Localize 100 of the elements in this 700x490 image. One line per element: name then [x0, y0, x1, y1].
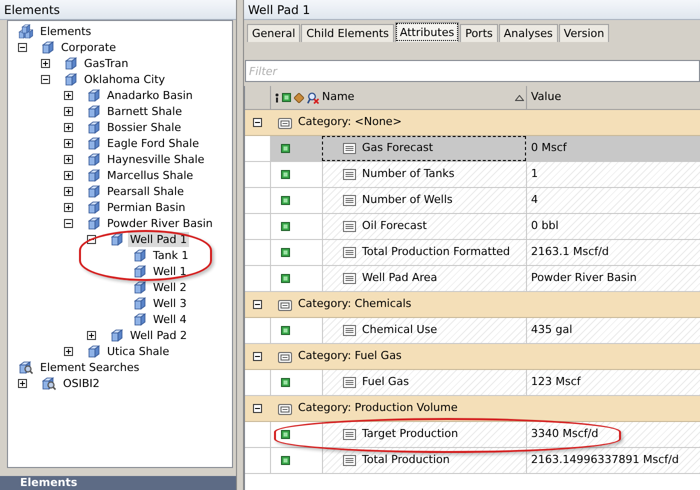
expand-icon[interactable] [64, 202, 73, 212]
tree-item[interactable]: Well Pad 2 [128, 328, 189, 342]
value-cell[interactable]: 2163.14996337891 Mscf/d [526, 448, 700, 473]
tree-item[interactable]: Powder River Basin [105, 216, 215, 230]
search-clear-icon[interactable] [307, 92, 319, 104]
list-icon [343, 429, 356, 440]
panel-title: Elements [0, 476, 236, 490]
cube-icon [63, 72, 77, 86]
expand-icon[interactable] [64, 138, 73, 148]
collapse-icon[interactable] [253, 118, 262, 127]
collapse-icon[interactable] [64, 218, 73, 228]
tree-item[interactable]: Well 3 [151, 296, 189, 310]
attribute-icon [281, 196, 290, 205]
expand-icon[interactable] [64, 154, 73, 164]
list-icon [343, 247, 356, 258]
column-header[interactable]: Value [531, 89, 562, 106]
tree-item[interactable]: Corporate [59, 40, 118, 54]
expand-icon[interactable] [64, 186, 73, 196]
tree-item[interactable]: GasTran [82, 56, 130, 70]
list-icon [343, 169, 356, 180]
attribute-icon [281, 326, 290, 335]
cube-icon [132, 296, 146, 310]
folder-icon [278, 350, 292, 362]
expand-icon[interactable] [64, 90, 73, 100]
value-cell[interactable]: 2163.1 Mscf/d [526, 240, 700, 265]
expand-icon[interactable] [64, 170, 73, 180]
collapse-icon[interactable] [18, 42, 27, 52]
cubes-icon [17, 24, 33, 38]
cube-icon [86, 344, 100, 358]
tree-item[interactable]: Well Pad 1 [128, 232, 189, 246]
cube-icon [40, 40, 54, 54]
tab[interactable]: Child Elements [301, 24, 394, 42]
cube-icon [132, 280, 146, 294]
expand-icon[interactable] [64, 122, 73, 132]
value-cell[interactable]: 0 Mscf [526, 136, 700, 161]
diamond-icon[interactable] [294, 92, 304, 102]
value-cell[interactable]: 3340 Mscf/d [526, 422, 700, 447]
attribute-icon [281, 456, 290, 465]
folder-icon [278, 402, 292, 414]
category-label[interactable]: Category: Chemicals [298, 296, 412, 313]
category-label[interactable]: Category: Fuel Gas [298, 348, 402, 365]
tree-item[interactable]: Haynesville Shale [105, 152, 206, 166]
collapse-icon[interactable] [253, 300, 262, 309]
collapse-icon[interactable] [253, 352, 262, 361]
sort-icon[interactable] [515, 94, 524, 100]
value-cell[interactable]: Powder River Basin [526, 266, 700, 291]
expand-icon[interactable] [41, 58, 50, 68]
tab[interactable]: General [247, 24, 300, 42]
tree-item[interactable]: Bossier Shale [105, 120, 184, 134]
tree-item[interactable]: Eagle Ford Shale [105, 136, 201, 150]
value-cell[interactable]: 1 [526, 162, 700, 187]
tree-item[interactable]: Element Searches [38, 360, 142, 374]
expand-icon[interactable] [87, 330, 96, 340]
tree-item[interactable]: Barnett Shale [105, 104, 184, 118]
list-icon [343, 221, 356, 232]
expand-icon[interactable] [64, 106, 73, 116]
category-label[interactable]: Category: <None> [298, 114, 402, 131]
tree-item[interactable]: Well 2 [151, 280, 189, 294]
name-cell[interactable]: Total Production [322, 448, 526, 473]
tree-item[interactable]: Well 1 [151, 264, 189, 278]
attribute-icon[interactable] [282, 93, 291, 102]
name-cell[interactable]: Gas Forecast [322, 136, 526, 161]
name-cell[interactable]: Total Production Formatted [322, 240, 526, 265]
tree-item[interactable]: Permian Basin [105, 200, 188, 214]
name-cell[interactable]: Chemical Use [322, 318, 526, 343]
tree-item[interactable]: OSIBI2 [61, 376, 102, 390]
filter-field[interactable]: Filter [245, 60, 700, 82]
name-cell[interactable]: Well Pad Area [322, 266, 526, 291]
tree-item[interactable]: Anadarko Basin [105, 88, 195, 102]
name-cell[interactable]: Fuel Gas [322, 370, 526, 395]
value-cell[interactable]: 0 bbl [526, 214, 700, 239]
cube-icon [86, 216, 100, 230]
tree-item[interactable]: Utica Shale [105, 344, 172, 358]
tab[interactable]: Analyses [498, 24, 558, 42]
collapse-icon[interactable] [253, 404, 262, 413]
column-header[interactable]: Name [322, 89, 354, 106]
tree-item[interactable]: Well 4 [151, 312, 189, 326]
attribute-icon [281, 430, 290, 439]
tree-item[interactable]: Marcellus Shale [105, 168, 196, 182]
tree-item[interactable]: Oklahoma City [82, 72, 168, 86]
expand-icon[interactable] [18, 378, 27, 388]
name-cell[interactable]: Target Production [322, 422, 526, 447]
value-cell[interactable]: 435 gal [526, 318, 700, 343]
name-cell[interactable]: Number of Tanks [322, 162, 526, 187]
expand-icon[interactable] [64, 346, 73, 356]
cube-icon [109, 328, 123, 342]
tree-item[interactable]: Pearsall Shale [105, 184, 186, 198]
tree-item[interactable]: Tank 1 [151, 248, 190, 262]
cube-icon [86, 136, 100, 150]
attribute-icon [281, 274, 290, 283]
tab[interactable]: Attributes [394, 22, 460, 42]
name-cell[interactable]: Oil Forecast [322, 214, 526, 239]
info-icon[interactable] [275, 92, 279, 102]
collapse-icon[interactable] [41, 74, 50, 84]
name-cell[interactable]: Number of Wells [322, 188, 526, 213]
value-cell[interactable]: 123 Mscf [526, 370, 700, 395]
tree-item[interactable]: Elements [38, 24, 94, 38]
tab[interactable]: Ports [460, 24, 498, 42]
value-cell[interactable]: 4 [526, 188, 700, 213]
tab[interactable]: Version [558, 24, 610, 42]
